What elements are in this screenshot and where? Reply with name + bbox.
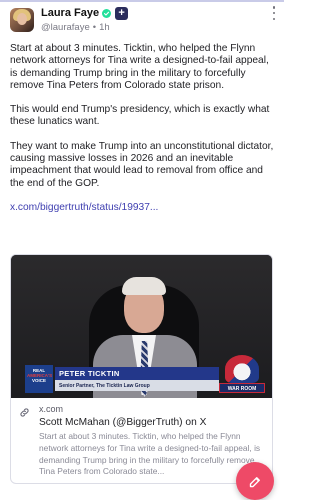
war-room-label: WAR ROOM (219, 383, 265, 393)
war-room-logo: WAR ROOM (219, 355, 265, 395)
separator-dot: • (92, 21, 97, 33)
card-description: Start at about 3 minutes. Ticktin, who h… (39, 431, 261, 477)
verified-badge-icon (102, 8, 112, 18)
more-options-icon[interactable] (270, 6, 278, 20)
post-text: Start at about 3 minutes. Ticktin, who h… (10, 43, 276, 214)
link-preview-card[interactable]: REAL AMERICA'S VOICE PETER TICKTIN Senio… (10, 254, 273, 484)
follow-button[interactable]: + (115, 6, 129, 20)
lower-third-name: PETER TICKTIN (55, 367, 219, 380)
lower-third-title: Senior Partner, The Ticktin Law Group (55, 380, 219, 391)
avatar[interactable] (10, 8, 34, 32)
post-paragraph: Start at about 3 minutes. Ticktin, who h… (10, 43, 269, 91)
eagle-icon (225, 355, 259, 383)
post-time: 1h (99, 21, 110, 33)
network-logo: REAL AMERICA'S VOICE (25, 365, 53, 393)
card-domain: x.com (39, 404, 64, 414)
handle-row: @laurafaye • 1h (41, 21, 128, 33)
card-title[interactable]: Scott McMahan (@BiggerTruth) on X (39, 416, 264, 429)
link-icon (19, 405, 31, 479)
author-name[interactable]: Laura Faye (41, 7, 99, 19)
compose-icon (249, 476, 260, 487)
author-handle[interactable]: @laurafaye (41, 22, 90, 33)
author-block: Laura Faye + @laurafaye • 1h (41, 6, 129, 33)
card-meta: x.com Scott McMahan (@BiggerTruth) on X … (11, 398, 272, 479)
post-paragraph: This would end Trump's presidency, which… (10, 104, 270, 128)
post-header: Laura Faye + @laurafaye • 1h (10, 6, 276, 34)
post-link[interactable]: x.com/biggertruth/status/19937... (10, 202, 276, 214)
top-divider (0, 0, 284, 2)
video-thumbnail[interactable]: REAL AMERICA'S VOICE PETER TICKTIN Senio… (11, 255, 272, 398)
lower-third: REAL AMERICA'S VOICE PETER TICKTIN Senio… (25, 365, 219, 393)
compose-button[interactable] (236, 462, 274, 500)
post-paragraph: They want to make Trump into an unconsti… (10, 140, 274, 189)
